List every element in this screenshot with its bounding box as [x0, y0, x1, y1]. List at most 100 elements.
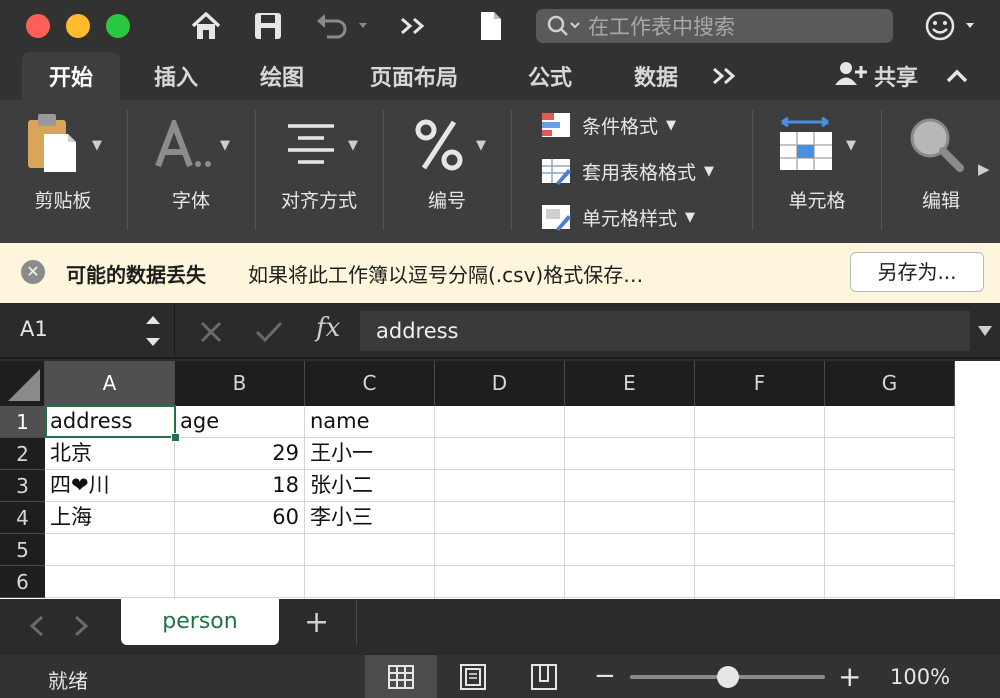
cancel-edit-icon[interactable] [198, 319, 224, 349]
document-icon[interactable] [476, 10, 506, 42]
zoom-in-button[interactable]: + [838, 660, 861, 693]
tab-home[interactable]: 开始 [22, 52, 120, 100]
column-header-a[interactable]: A [45, 361, 175, 406]
format-as-table-button[interactable]: 套用表格格式 ▼ [540, 154, 714, 188]
formula-input[interactable]: address [360, 311, 970, 351]
cell-g1[interactable] [825, 406, 955, 438]
home-icon[interactable] [188, 10, 224, 42]
insert-function-icon[interactable]: fx [316, 313, 340, 343]
sheet-search-box[interactable]: 在工作表中搜索 [536, 9, 893, 43]
column-header-d[interactable]: D [435, 361, 565, 406]
normal-view-button[interactable] [365, 655, 437, 698]
cell-d4[interactable] [435, 502, 565, 534]
column-header-g[interactable]: G [825, 361, 955, 406]
warning-close-icon[interactable]: ✕ [21, 260, 45, 284]
conditional-format-button[interactable]: 条件格式 ▼ [540, 108, 676, 142]
number-group[interactable]: ▼ 编号 [384, 100, 510, 243]
cell-b2[interactable]: 29 [175, 438, 305, 470]
cell-e2[interactable] [565, 438, 695, 470]
row-header-4[interactable]: 4 [0, 502, 45, 534]
share-button[interactable]: 共享 [826, 52, 926, 100]
close-window-button[interactable] [26, 14, 50, 38]
save-as-button[interactable]: 另存为... [850, 252, 984, 292]
tab-formulas[interactable]: 公式 [504, 52, 596, 100]
cell-c3[interactable]: 张小二 [305, 470, 435, 502]
cell-f4[interactable] [695, 502, 825, 534]
zoom-slider-thumb[interactable] [716, 666, 739, 688]
cell-a2[interactable]: 北京 [45, 438, 175, 470]
cell-f5[interactable] [695, 534, 825, 566]
column-header-f[interactable]: F [695, 361, 825, 406]
scroll-sheets-left-icon[interactable] [28, 615, 46, 641]
sheet-tab-person[interactable]: person [121, 599, 279, 645]
page-break-view-button[interactable] [508, 655, 580, 698]
cell-f3[interactable] [695, 470, 825, 502]
cell-a6[interactable] [45, 566, 175, 598]
cell-c6[interactable] [305, 566, 435, 598]
page-layout-view-button[interactable] [437, 655, 509, 698]
cell-b5[interactable] [175, 534, 305, 566]
ribbon-scroll-right-icon[interactable]: ▶ [978, 160, 990, 178]
smiley-feedback-icon[interactable] [924, 10, 980, 42]
select-all-corner[interactable] [0, 361, 45, 406]
clipboard-group[interactable]: ▼ 剪贴板 [0, 100, 126, 243]
cell-e4[interactable] [565, 502, 695, 534]
cells-group[interactable]: ▼ 单元格 [754, 100, 880, 243]
worksheet-grid[interactable]: ABCDEFG 123456 address age name 北京 29 王小一 四❤川 1… [0, 361, 1000, 599]
cell-d5[interactable] [435, 534, 565, 566]
cell-f2[interactable] [695, 438, 825, 470]
cell-g3[interactable] [825, 470, 955, 502]
tab-page-layout[interactable]: 页面布局 [350, 52, 478, 100]
cell-g4[interactable] [825, 502, 955, 534]
name-box-stepper-icon[interactable] [143, 311, 163, 355]
zoom-window-button[interactable] [106, 14, 130, 38]
cell-c1[interactable]: name [305, 406, 435, 438]
cell-a3[interactable]: 四❤川 [45, 470, 175, 502]
cell-e5[interactable] [565, 534, 695, 566]
fill-handle[interactable] [171, 433, 180, 442]
add-sheet-button[interactable]: + [304, 605, 329, 640]
formula-expand-icon[interactable] [976, 323, 994, 342]
zoom-percentage[interactable]: 100% [890, 665, 950, 689]
cell-g6[interactable] [825, 566, 955, 598]
cell-f6[interactable] [695, 566, 825, 598]
scroll-sheets-right-icon[interactable] [72, 615, 90, 641]
cell-b3[interactable]: 18 [175, 470, 305, 502]
cell-a4[interactable]: 上海 [45, 502, 175, 534]
collapse-ribbon-icon[interactable] [940, 52, 974, 100]
column-header-b[interactable]: B [175, 361, 305, 406]
row-header-1[interactable]: 1 [0, 406, 45, 438]
cell-d6[interactable] [435, 566, 565, 598]
cell-c2[interactable]: 王小一 [305, 438, 435, 470]
more-toolbar-icon[interactable] [396, 10, 430, 42]
alignment-group[interactable]: ▼ 对齐方式 [256, 100, 382, 243]
cell-b6[interactable] [175, 566, 305, 598]
cell-c4[interactable]: 李小三 [305, 502, 435, 534]
cell-e6[interactable] [565, 566, 695, 598]
row-header-6[interactable]: 6 [0, 566, 45, 598]
cell-d3[interactable] [435, 470, 565, 502]
undo-icon[interactable] [312, 10, 372, 42]
tab-draw[interactable]: 绘图 [236, 52, 328, 100]
cell-b4[interactable]: 60 [175, 502, 305, 534]
save-icon[interactable] [250, 10, 286, 42]
cell-e3[interactable] [565, 470, 695, 502]
editing-group[interactable]: ▶ 编辑 [882, 100, 1000, 243]
cell-a1[interactable]: address [45, 406, 175, 438]
cell-b1[interactable]: age [175, 406, 305, 438]
cell-g5[interactable] [825, 534, 955, 566]
cell-c5[interactable] [305, 534, 435, 566]
column-header-c[interactable]: C [305, 361, 435, 406]
minimize-window-button[interactable] [66, 14, 90, 38]
cell-d1[interactable] [435, 406, 565, 438]
zoom-out-button[interactable]: − [594, 661, 616, 691]
row-header-3[interactable]: 3 [0, 470, 45, 502]
cell-g2[interactable] [825, 438, 955, 470]
cell-styles-button[interactable]: 单元格样式 ▼ [540, 200, 695, 234]
cell-d2[interactable] [435, 438, 565, 470]
row-header-5[interactable]: 5 [0, 534, 45, 566]
cell-a5[interactable] [45, 534, 175, 566]
tab-data[interactable]: 数据 [610, 52, 702, 100]
more-tabs-icon[interactable] [706, 52, 742, 100]
cell-f1[interactable] [695, 406, 825, 438]
